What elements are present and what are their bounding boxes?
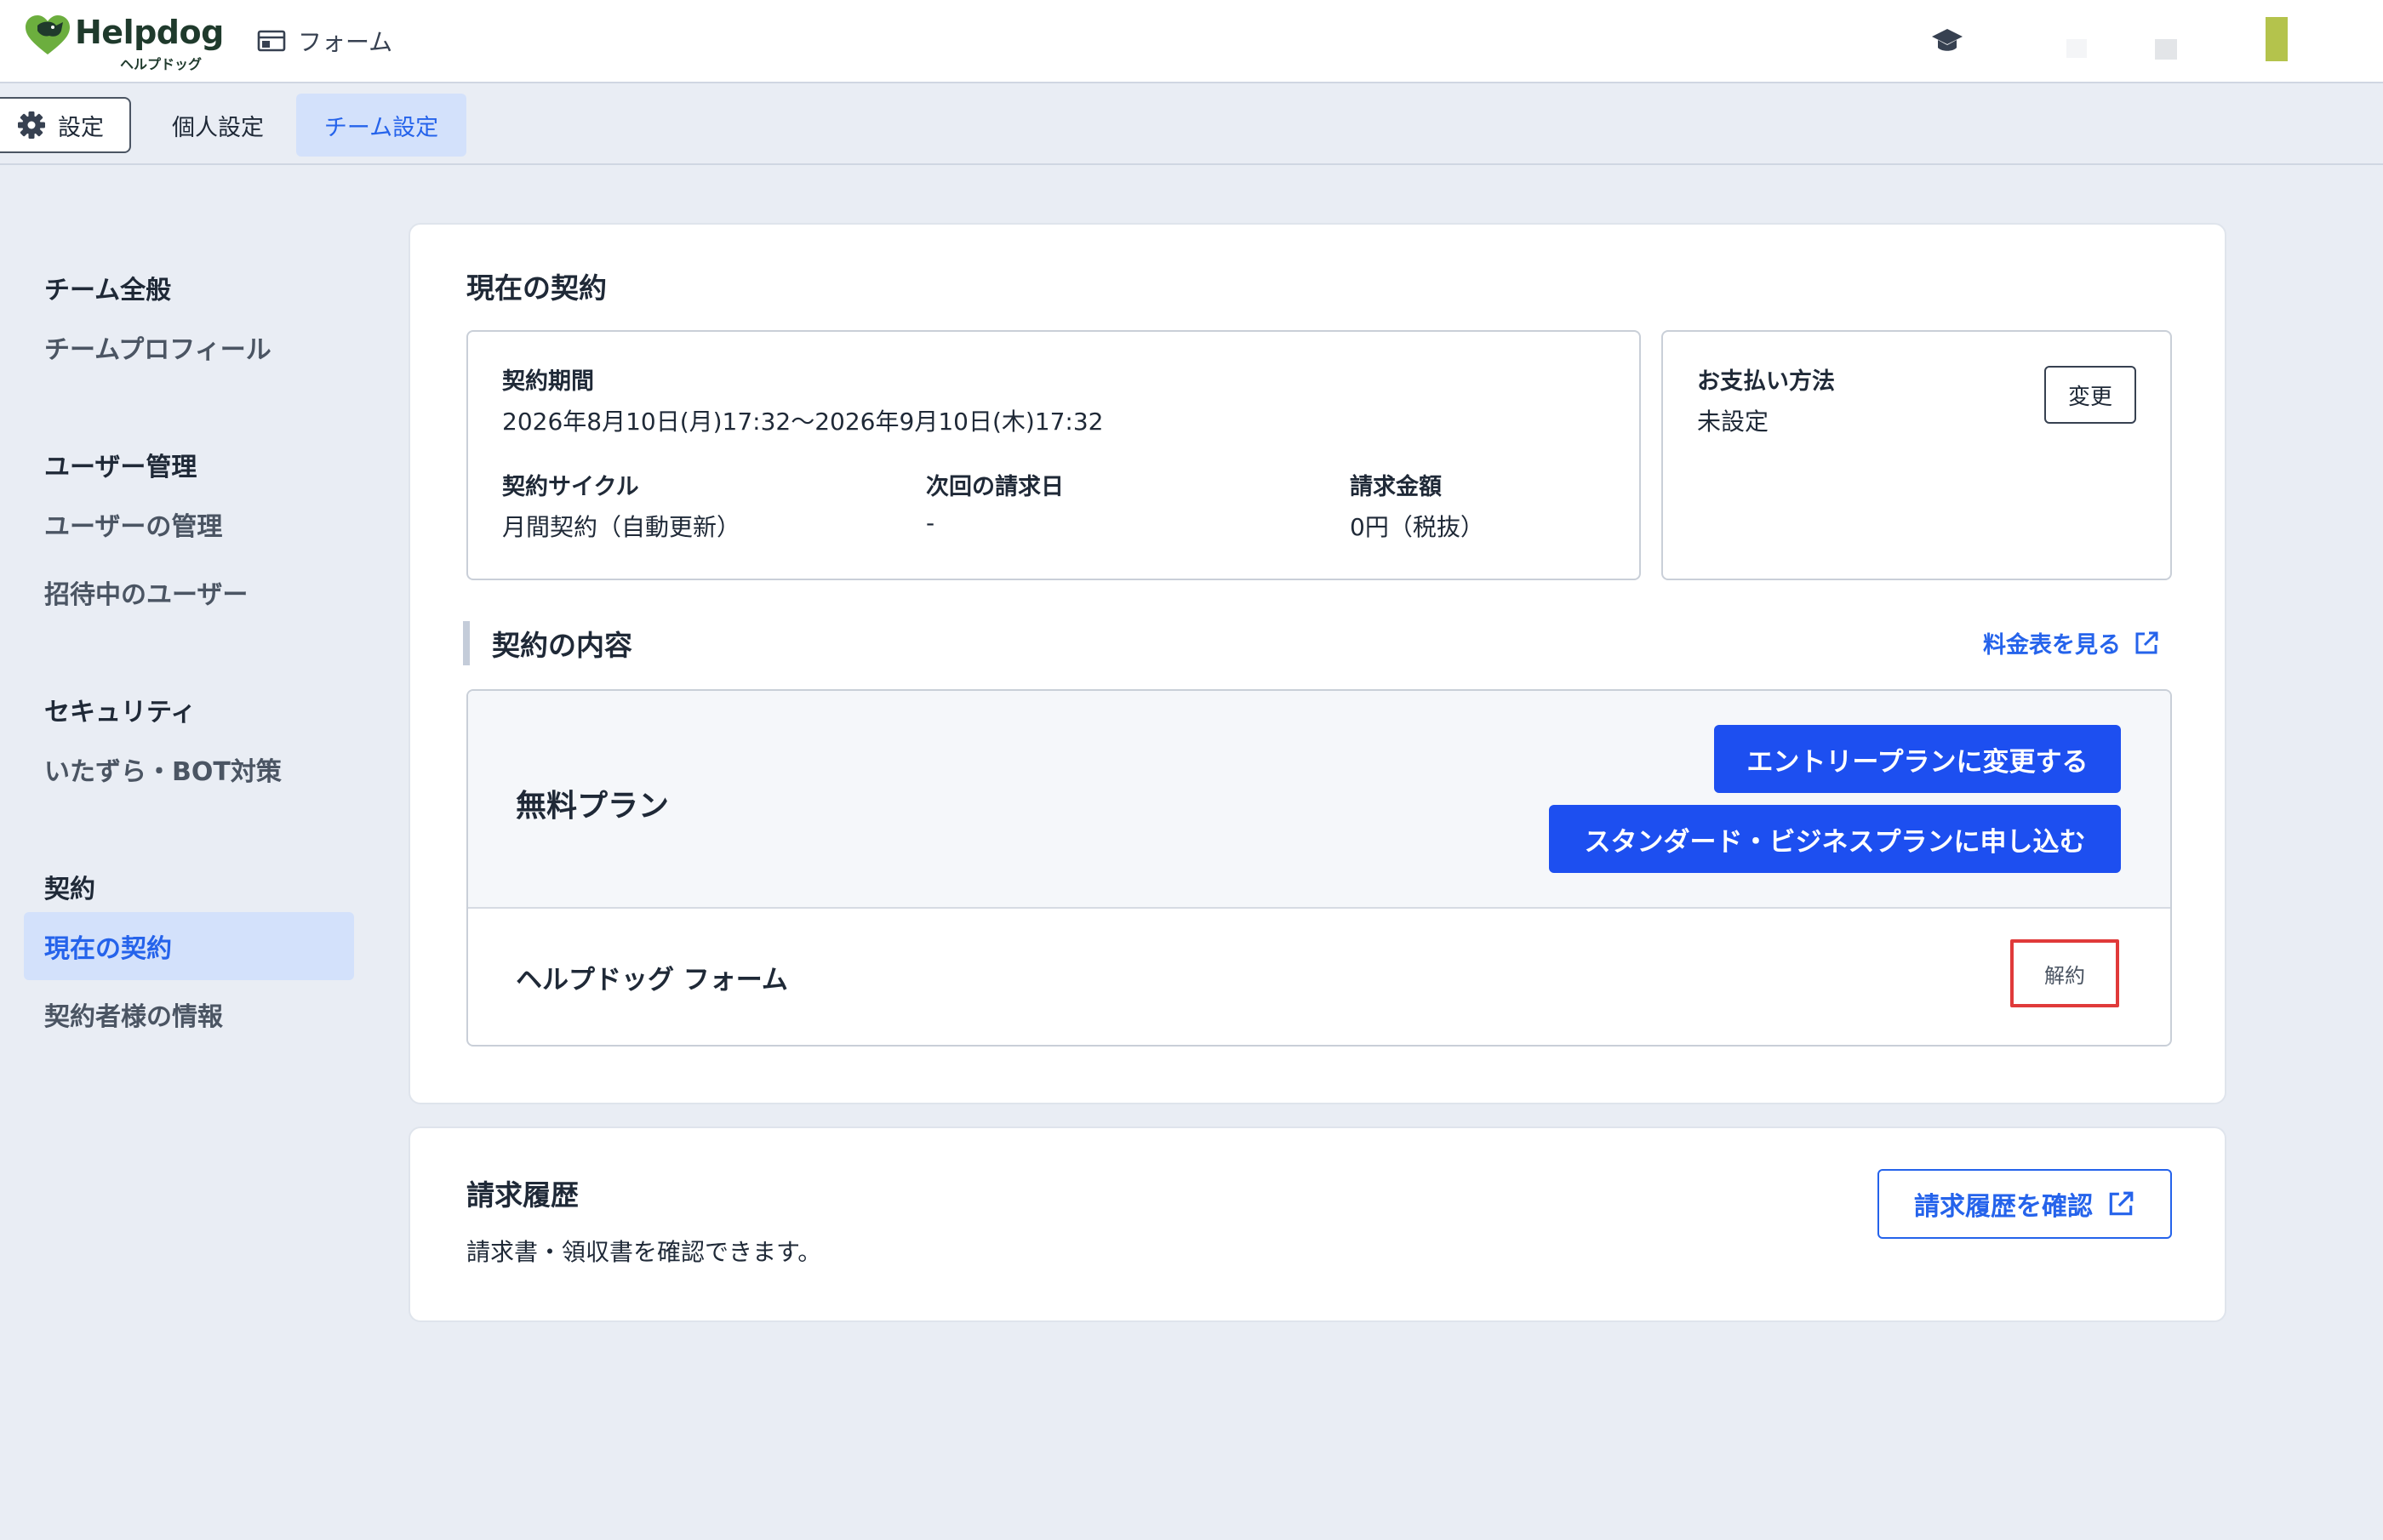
tab-settings[interactable]: 設定 xyxy=(0,97,131,153)
sidebar-heading-security: セキュリティ xyxy=(44,698,197,727)
header-form-label: フォーム xyxy=(298,28,393,56)
sidebar-heading-user-management: ユーザー管理 xyxy=(44,453,197,482)
sidebar-item-current-contract[interactable]: 現在の契約 xyxy=(24,912,354,980)
pricing-table-link[interactable]: 料金表を見る xyxy=(1983,626,2160,659)
billing-history-card: 請求履歴 請求書・領収書を確認できます。 請求履歴を確認 xyxy=(409,1126,2226,1322)
dog-heart-logo-icon xyxy=(26,15,70,54)
graduation-cap-icon[interactable] xyxy=(1930,26,1964,56)
product-name: ヘルプドッグ フォーム xyxy=(516,965,788,995)
section-accent-bar xyxy=(463,621,470,665)
view-billing-history-button[interactable]: 請求履歴を確認 xyxy=(1877,1169,2172,1239)
change-to-entry-plan-button[interactable]: エントリープランに変更する xyxy=(1714,725,2121,793)
logo-name: Helpdog xyxy=(75,14,224,51)
contract-contents-title: 契約の内容 xyxy=(492,629,632,662)
logo-subtitle: ヘルプドッグ xyxy=(120,56,203,72)
tab-personal-settings[interactable]: 個人設定 xyxy=(153,97,283,153)
contract-period-label: 契約期間 xyxy=(502,368,594,395)
sidebar-heading-team: チーム全般 xyxy=(44,276,172,305)
billing-amount-label: 請求金額 xyxy=(1350,474,1442,500)
sidebar-item-team-profile[interactable]: チームプロフィール xyxy=(44,328,271,366)
header-form-link[interactable]: フォーム xyxy=(257,24,392,58)
billing-history-title: 請求履歴 xyxy=(466,1178,579,1212)
plan-box: 無料プラン エントリープランに変更する スタンダード・ビジネスプランに申し込む … xyxy=(466,689,2172,1047)
external-link-icon xyxy=(2135,631,2158,653)
billing-history-description: 請求書・領収書を確認できます。 xyxy=(466,1238,822,1266)
external-link-icon xyxy=(2109,1191,2134,1216)
sidebar-heading-contract: 契約 xyxy=(44,875,95,904)
cancel-contract-button[interactable]: 解約 xyxy=(2010,939,2119,1007)
header-placeholder-icon[interactable] xyxy=(2066,39,2087,58)
tab-settings-label: 設定 xyxy=(58,114,104,141)
helpdog-logo[interactable]: Helpdog ヘルプドッグ xyxy=(24,12,224,72)
sidebar-item-contractor-info[interactable]: 契約者様の情報 xyxy=(44,995,223,1033)
sidebar-item-user-management[interactable]: ユーザーの管理 xyxy=(44,505,222,543)
contract-cycle-label: 契約サイクル xyxy=(502,474,639,500)
next-billing-value: - xyxy=(926,509,935,537)
payment-method-box: お支払い方法 未設定 変更 xyxy=(1661,330,2172,580)
change-payment-button[interactable]: 変更 xyxy=(2044,366,2136,424)
form-window-icon xyxy=(257,30,286,52)
view-billing-history-label: 請求履歴を確認 xyxy=(1914,1192,2093,1222)
payment-method-label: お支払い方法 xyxy=(1697,368,1835,395)
apply-standard-business-plan-button[interactable]: スタンダード・ビジネスプランに申し込む xyxy=(1549,805,2121,873)
contract-period-value: 2026年8月10日(月)17:32〜2026年9月10日(木)17:32 xyxy=(502,408,1104,436)
contract-cycle-value: 月間契約（自動更新） xyxy=(502,513,741,541)
sidebar-item-bot-protection[interactable]: いたずら・BOT対策 xyxy=(44,750,282,788)
current-contract-title: 現在の契約 xyxy=(466,271,607,305)
header-placeholder-icon[interactable] xyxy=(2155,39,2177,60)
tab-team-settings[interactable]: チーム設定 xyxy=(296,94,466,157)
gear-icon xyxy=(18,111,45,139)
settings-tab-bar: 設定 個人設定 チーム設定 xyxy=(0,85,2383,165)
app-header: Helpdog ヘルプドッグ フォーム xyxy=(0,0,2383,83)
sidebar-item-invited-users[interactable]: 招待中のユーザー xyxy=(44,573,248,611)
pricing-table-link-label: 料金表を見る xyxy=(1983,632,2121,659)
user-avatar[interactable] xyxy=(2266,17,2288,61)
current-contract-card: 現在の契約 契約期間 2026年8月10日(月)17:32〜2026年9月10日… xyxy=(409,223,2226,1104)
payment-method-value: 未設定 xyxy=(1697,408,1769,436)
billing-amount-value: 0円（税抜） xyxy=(1350,513,1484,541)
plan-header xyxy=(468,691,2170,909)
plan-name: 無料プラン xyxy=(516,789,670,824)
contract-summary-box: 契約期間 2026年8月10日(月)17:32〜2026年9月10日(木)17:… xyxy=(466,330,1641,580)
next-billing-label: 次回の請求日 xyxy=(926,474,1064,500)
